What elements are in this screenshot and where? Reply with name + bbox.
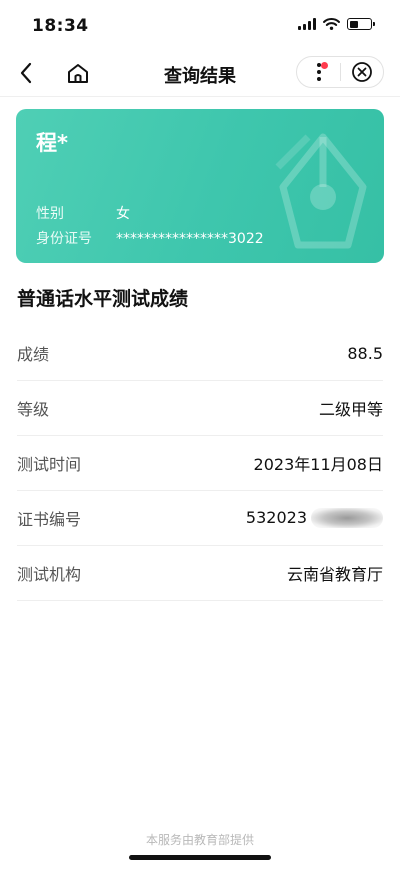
certificate-number-value: 532023 (245, 507, 307, 527)
test-institution-label: 测试机构 (17, 565, 82, 584)
footer-note: 本服务由教育部提供 (145, 833, 254, 847)
status-time: 18:34 (32, 16, 89, 36)
identity-card: 程* 性别 女 身份证号 ****************3022 (16, 109, 384, 263)
pen-nib-emblem-icon (275, 133, 367, 249)
gender-label: 性别 (36, 206, 64, 222)
gender-value: 女 (116, 206, 130, 222)
battery-level (349, 20, 359, 28)
notification-dot (321, 62, 328, 69)
id-number-value: ****************3022 (116, 231, 264, 247)
close-button[interactable] (341, 57, 383, 87)
battery-icon (347, 18, 375, 30)
certificate-number-label: 证书编号 (17, 510, 82, 529)
test-institution-row: 测试机构 云南省教育厅 (17, 546, 383, 601)
score-row: 成绩 88.5 (17, 326, 383, 381)
wifi-icon (323, 18, 340, 30)
gender-row: 性别 女 (36, 203, 130, 223)
level-label: 等级 (17, 400, 50, 419)
navigation-bar: 查询结果 (0, 50, 400, 97)
redaction-blur (311, 508, 383, 529)
test-institution-value: 云南省教育厅 (286, 565, 383, 584)
test-date-row: 测试时间 2023年11月08日 (17, 436, 383, 491)
more-button[interactable] (297, 57, 340, 87)
home-indicator (129, 855, 271, 860)
certificate-number-row: 证书编号 532023 (17, 491, 383, 546)
status-icons (298, 18, 375, 30)
score-value: 88.5 (347, 343, 383, 363)
certificate-number-value-wrap: 532023 (246, 508, 383, 529)
close-circle-icon (352, 62, 372, 82)
id-number-label: 身份证号 (36, 231, 92, 247)
level-row: 等级 二级甲等 (17, 381, 383, 436)
test-date-label: 测试时间 (17, 455, 82, 474)
results-list: 成绩 88.5 等级 二级甲等 测试时间 2023年11月08日 证书编号 53… (17, 326, 383, 601)
id-number-row: 身份证号 ****************3022 (36, 228, 264, 248)
card-holder-name: 程* (36, 131, 68, 155)
test-date-value: 2023年11月08日 (253, 455, 383, 474)
mini-program-capsule (296, 56, 384, 88)
score-label: 成绩 (17, 345, 50, 364)
cellular-signal-icon (298, 18, 316, 30)
section-title: 普通话水平测试成绩 (17, 288, 189, 310)
level-value: 二级甲等 (318, 400, 383, 419)
status-bar: 18:34 (0, 0, 400, 50)
